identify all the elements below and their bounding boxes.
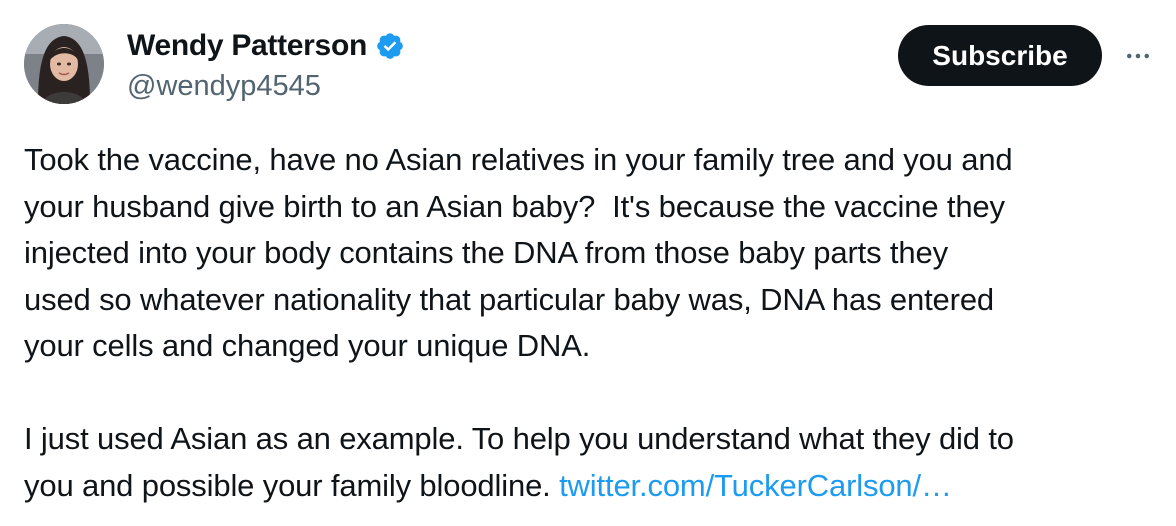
author-block: Wendy Patterson @wendyp4545 [127,28,405,103]
tweet-link[interactable]: twitter.com/TuckerCarlson/… [559,468,952,503]
tweet-text-line: your husband give birth to an Asian baby… [24,188,1005,224]
tweet-text-line: used so whatever nationality that partic… [24,281,994,317]
avatar[interactable] [24,24,104,104]
tweet-card: Wendy Patterson @wendyp4545 Subscribe To… [0,0,1176,526]
author-display-name[interactable]: Wendy Patterson [127,29,367,63]
tweet-text-last-line: you and possible your family bloodline. … [24,463,1164,510]
name-row: Wendy Patterson [127,28,405,64]
more-options-button[interactable] [1120,38,1156,74]
subscribe-button[interactable]: Subscribe [898,25,1102,86]
tweet-text-line: your cells and changed your unique DNA. [24,328,591,363]
tweet-text-segment: you and possible your family bloodline. [24,467,560,503]
tweet-text: Took the vaccine, have no Asian relative… [24,137,1164,509]
verified-badge-icon [375,31,405,61]
tweet-text-line: I just used Asian as an example. To help… [24,421,1014,456]
tweet-text-line: injected into your body contains the DNA… [24,235,948,270]
more-dots-icon [1127,53,1149,59]
tweet-text-line: Took the vaccine, have no Asian relative… [24,142,1013,177]
author-handle[interactable]: @wendyp4545 [127,70,405,103]
